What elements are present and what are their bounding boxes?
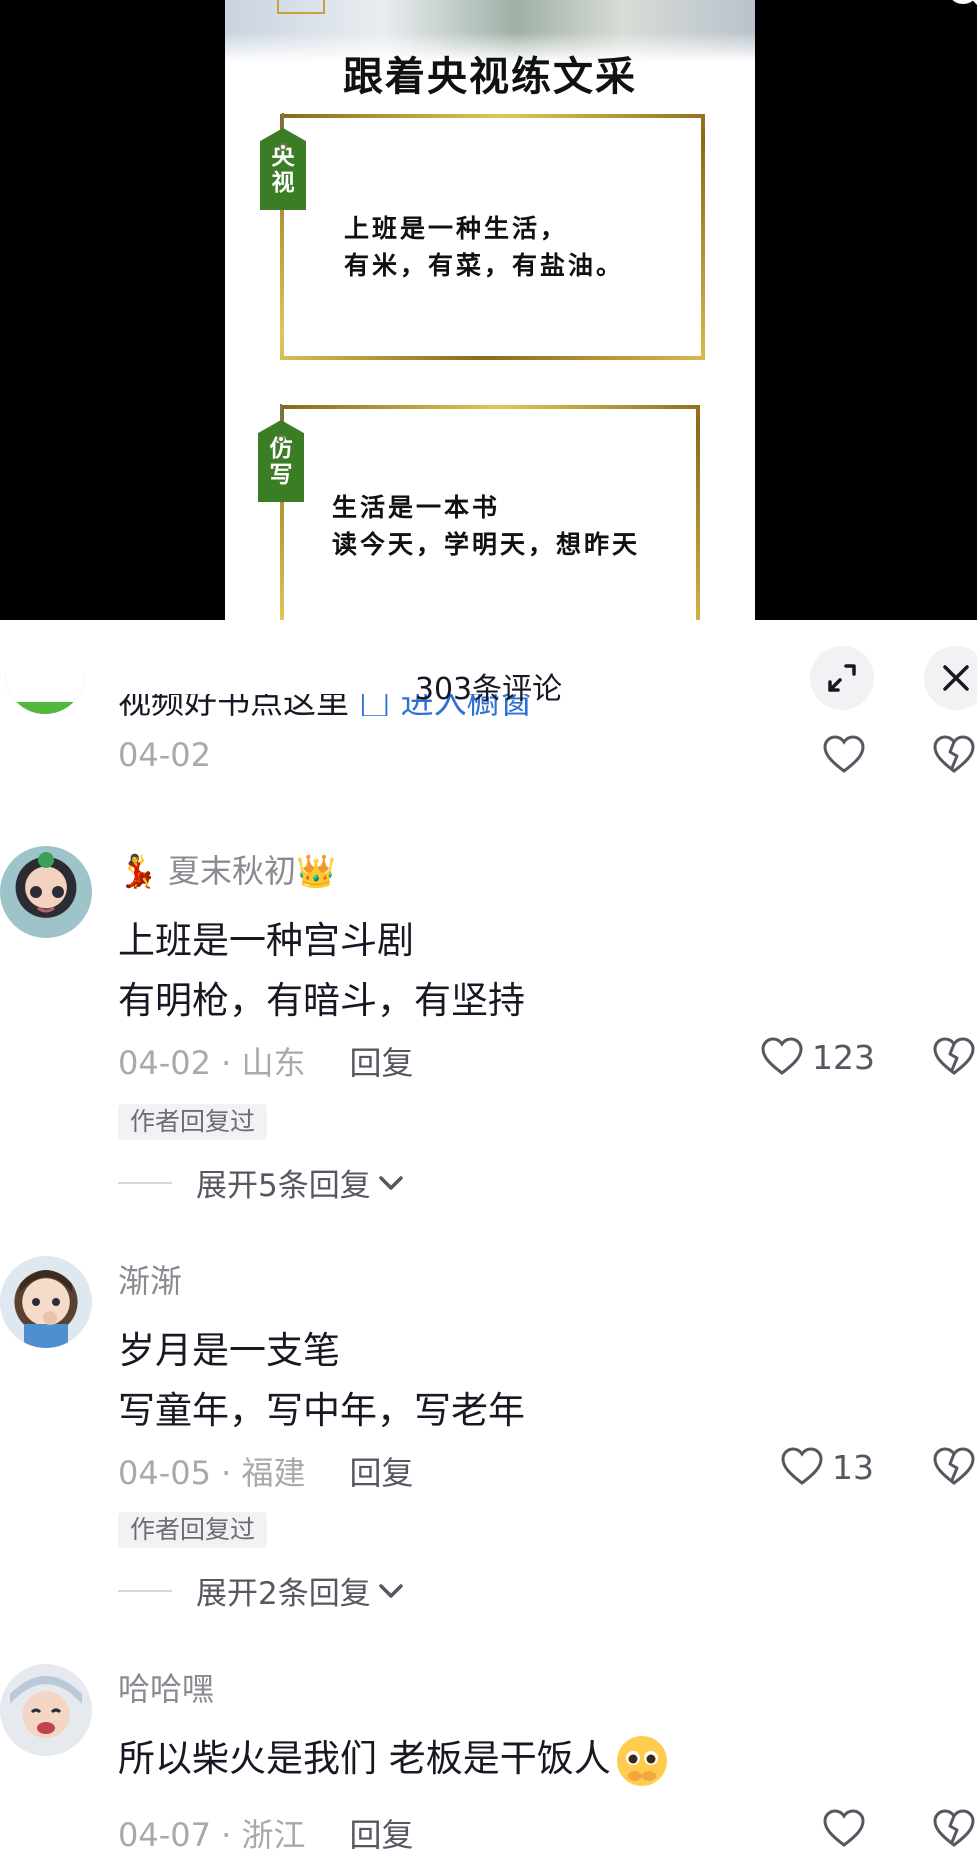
- heart-outline-icon[interactable]: [822, 734, 866, 774]
- reply-button[interactable]: 回复: [350, 1816, 414, 1854]
- tag-imitation: 仿写: [258, 420, 304, 502]
- video-frame: 跟着央视练文采 上班是一种生活， 有米，有菜，有盐油。 央视 生活是一本书 读今…: [225, 0, 755, 620]
- avatar[interactable]: [0, 1256, 92, 1348]
- like-count: 123: [812, 1038, 875, 1077]
- video-top-badge: [277, 0, 325, 14]
- divider: [118, 1181, 172, 1184]
- comment-text: 写童年，写中年，写老年: [118, 1389, 525, 1432]
- comment-date: 04-02: [118, 736, 211, 774]
- comment-text: 所以柴火是我们 老板是干饭人: [118, 1728, 669, 1788]
- comment-meta: 04-02 · 山东 回复: [118, 1044, 414, 1082]
- heart-outline-icon[interactable]: [822, 1808, 866, 1848]
- author-replied-badge: 作者回复过: [118, 1104, 268, 1140]
- tag-ring: [279, 143, 287, 151]
- comment-meta: 04-07 · 浙江 回复: [118, 1816, 414, 1854]
- divider: [118, 1589, 172, 1592]
- tag-ring: [277, 435, 285, 443]
- tag-cctv: 央视: [260, 128, 306, 210]
- card-imitation-text: 生活是一本书 读今天，学明天，想昨天: [332, 493, 641, 559]
- crown-emoji-icon: 👑: [296, 852, 336, 890]
- avatar[interactable]: [0, 846, 92, 938]
- comment-meta: 04-05 · 福建 回复: [118, 1454, 414, 1492]
- broken-heart-icon[interactable]: [932, 734, 976, 774]
- broken-heart-icon[interactable]: [932, 1036, 976, 1076]
- expand-replies-button[interactable]: 展开2条回复: [118, 1568, 405, 1613]
- chevron-down-icon: [378, 1583, 403, 1598]
- reply-button[interactable]: 回复: [350, 1454, 414, 1492]
- expand-replies-button[interactable]: 展开5条回复: [118, 1160, 405, 1205]
- dancer-emoji-icon: 💃: [118, 852, 158, 890]
- heart-outline-icon[interactable]: [780, 1446, 824, 1486]
- reply-button[interactable]: 回复: [350, 1044, 414, 1082]
- comment-text: 有明枪，有暗斗，有坚持: [118, 979, 525, 1022]
- video-player[interactable]: 跟着央视练文采 上班是一种生活， 有米，有菜，有盐油。 央视 生活是一本书 读今…: [0, 0, 977, 620]
- comment-username[interactable]: 💃 夏末秋初👑: [118, 846, 336, 892]
- chevron-down-icon: [378, 1175, 403, 1190]
- video-title: 跟着央视练文采: [343, 54, 637, 100]
- broken-heart-icon[interactable]: [932, 1808, 976, 1848]
- pleading-face-emoji-icon: [615, 1734, 669, 1788]
- expand-icon: [828, 664, 856, 692]
- comment-text: 岁月是一支笔: [118, 1329, 340, 1372]
- card-original-text: 上班是一种生活， 有米，有菜，有盐油。: [344, 214, 625, 280]
- search-icon[interactable]: [939, 0, 977, 10]
- close-icon: [943, 665, 969, 691]
- comment-username[interactable]: 渐渐: [118, 1256, 182, 1302]
- author-replied-badge: 作者回复过: [118, 1512, 268, 1548]
- comment-username[interactable]: 哈哈嘿: [118, 1664, 214, 1710]
- expand-button[interactable]: [810, 646, 874, 710]
- comment-text: 上班是一种宫斗剧: [118, 919, 414, 962]
- like-count: 13: [832, 1448, 874, 1487]
- heart-outline-icon[interactable]: [760, 1036, 804, 1076]
- video-card-original: 上班是一种生活， 有米，有菜，有盐油。: [280, 114, 705, 360]
- video-card-imitation: 生活是一本书 读今天，学明天，想昨天: [280, 405, 700, 620]
- comments-panel: 视频好书点这里 □ 进入橱窗 303条评论 04-02 💃 夏末秋初👑 上班是一…: [0, 620, 977, 1872]
- broken-heart-icon[interactable]: [932, 1446, 976, 1486]
- avatar[interactable]: [0, 1664, 92, 1756]
